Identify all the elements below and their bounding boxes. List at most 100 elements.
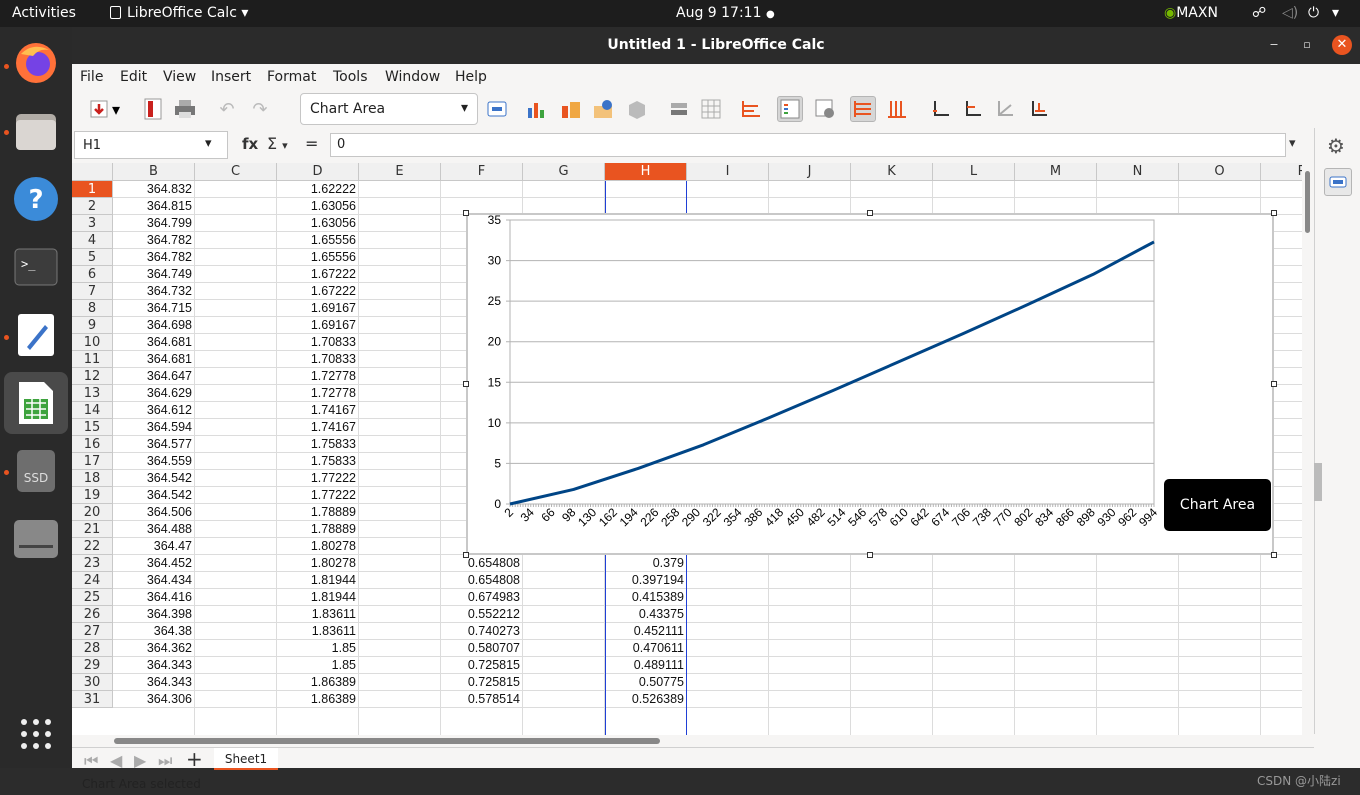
cell-f29[interactable]: 0.725815: [441, 657, 523, 674]
cell-h29[interactable]: 0.489111: [605, 657, 687, 674]
cell-b25[interactable]: 364.416: [113, 589, 195, 606]
help-icon[interactable]: ?: [12, 175, 60, 223]
row-header-4[interactable]: 4: [72, 232, 113, 249]
menu-tools[interactable]: Tools: [333, 69, 368, 85]
sidebar-collapse-handle[interactable]: [1314, 463, 1322, 501]
cell-b31[interactable]: 364.306: [113, 691, 195, 708]
column-header-f[interactable]: F: [441, 163, 523, 181]
column-header-h[interactable]: H: [605, 163, 687, 181]
volume-icon[interactable]: ◁): [1282, 5, 1298, 21]
vertical-grids-icon[interactable]: [884, 96, 910, 122]
column-header-d[interactable]: D: [277, 163, 359, 181]
row-header-19[interactable]: 19: [72, 487, 113, 504]
column-header-p[interactable]: P: [1261, 163, 1302, 181]
row-header-9[interactable]: 9: [72, 317, 113, 334]
line-chart[interactable]: 051015202530352 34 66 981301621942262582903…: [468, 213, 1272, 553]
cell-d19[interactable]: 1.77222: [277, 487, 359, 504]
grid-table-icon[interactable]: [698, 96, 724, 122]
column-header-i[interactable]: I: [687, 163, 769, 181]
firefox-icon[interactable]: [12, 39, 60, 87]
save-icon[interactable]: [86, 96, 112, 122]
cell-h26[interactable]: 0.43375: [605, 606, 687, 623]
vertical-scroll-thumb[interactable]: [1305, 171, 1310, 233]
network-icon[interactable]: ☍: [1252, 5, 1266, 21]
cell-d20[interactable]: 1.78889: [277, 504, 359, 521]
data-table-icon[interactable]: [558, 96, 584, 122]
column-header-j[interactable]: J: [769, 163, 851, 181]
terminal-icon[interactable]: >_: [12, 243, 60, 291]
close-icon[interactable]: ✕: [1332, 35, 1352, 55]
cell-b13[interactable]: 364.629: [113, 385, 195, 402]
minimize-icon[interactable]: ‒: [1264, 35, 1284, 55]
cell-f28[interactable]: 0.580707: [441, 640, 523, 657]
row-header-31[interactable]: 31: [72, 691, 113, 708]
row-header-27[interactable]: 27: [72, 623, 113, 640]
resize-handle[interactable]: [463, 552, 469, 558]
select-all-corner[interactable]: [72, 163, 113, 181]
cell-b3[interactable]: 364.799: [113, 215, 195, 232]
resize-handle[interactable]: [867, 210, 873, 216]
format-selection-icon[interactable]: [484, 96, 510, 122]
resize-handle[interactable]: [463, 210, 469, 216]
add-sheet-icon[interactable]: +: [186, 747, 203, 771]
column-header-k[interactable]: K: [851, 163, 933, 181]
cell-f25[interactable]: 0.674983: [441, 589, 523, 606]
cell-d26[interactable]: 1.83611: [277, 606, 359, 623]
row-header-25[interactable]: 25: [72, 589, 113, 606]
column-header-b[interactable]: B: [113, 163, 195, 181]
row-header-29[interactable]: 29: [72, 657, 113, 674]
row-header-26[interactable]: 26: [72, 606, 113, 623]
cell-b14[interactable]: 364.612: [113, 402, 195, 419]
cell-d5[interactable]: 1.65556: [277, 249, 359, 266]
row-header-7[interactable]: 7: [72, 283, 113, 300]
column-header-l[interactable]: L: [933, 163, 1015, 181]
power-icon[interactable]: ⏻: [1308, 5, 1319, 21]
column-header-o[interactable]: O: [1179, 163, 1261, 181]
menu-help[interactable]: Help: [455, 69, 487, 85]
cell-f30[interactable]: 0.725815: [441, 674, 523, 691]
show-apps-grid-icon[interactable]: [12, 710, 60, 758]
cell-d2[interactable]: 1.63056: [277, 198, 359, 215]
row-header-17[interactable]: 17: [72, 453, 113, 470]
cell-b17[interactable]: 364.559: [113, 453, 195, 470]
maximize-icon[interactable]: ▫: [1297, 35, 1317, 55]
cell-d31[interactable]: 1.86389: [277, 691, 359, 708]
cell-d29[interactable]: 1.85: [277, 657, 359, 674]
cell-b11[interactable]: 364.681: [113, 351, 195, 368]
cell-d10[interactable]: 1.70833: [277, 334, 359, 351]
sheet-tab-sheet1[interactable]: Sheet1: [214, 748, 278, 770]
cell-b18[interactable]: 364.542: [113, 470, 195, 487]
cell-b10[interactable]: 364.681: [113, 334, 195, 351]
cell-d30[interactable]: 1.86389: [277, 674, 359, 691]
cell-b26[interactable]: 364.398: [113, 606, 195, 623]
menu-file[interactable]: File: [80, 69, 103, 85]
clock[interactable]: Aug 9 17:11 ●: [676, 5, 775, 21]
cell-b2[interactable]: 364.815: [113, 198, 195, 215]
cell-b12[interactable]: 364.647: [113, 368, 195, 385]
row-header-15[interactable]: 15: [72, 419, 113, 436]
last-sheet-icon[interactable]: ⏭: [158, 751, 172, 771]
cell-d14[interactable]: 1.74167: [277, 402, 359, 419]
row-header-1[interactable]: 1: [72, 181, 113, 198]
column-header-e[interactable]: E: [359, 163, 441, 181]
row-header-30[interactable]: 30: [72, 674, 113, 691]
cell-f27[interactable]: 0.740273: [441, 623, 523, 640]
y-axis-icon[interactable]: [960, 96, 986, 122]
resize-handle[interactable]: [1271, 552, 1277, 558]
row-header-22[interactable]: 22: [72, 538, 113, 555]
row-header-3[interactable]: 3: [72, 215, 113, 232]
chart-object[interactable]: 0 5 10 15 20 25 30 35 2 34 66 98 130 162 194 226 258 290 3…: [463, 210, 1277, 558]
properties-deck-icon[interactable]: [1324, 168, 1352, 196]
cell-d16[interactable]: 1.75833: [277, 436, 359, 453]
cell-f23[interactable]: 0.654808: [441, 555, 523, 572]
row-header-6[interactable]: 6: [72, 266, 113, 283]
cell-b1[interactable]: 364.832: [113, 181, 195, 198]
horizontal-scrollbar[interactable]: [72, 735, 1302, 747]
cell-h31[interactable]: 0.526389: [605, 691, 687, 708]
resize-handle[interactable]: [1271, 210, 1277, 216]
column-header-m[interactable]: M: [1015, 163, 1097, 181]
cell-h30[interactable]: 0.50775: [605, 674, 687, 691]
system-menu-chevron-icon[interactable]: ▾: [1332, 5, 1339, 21]
cell-b19[interactable]: 364.542: [113, 487, 195, 504]
cell-h23[interactable]: 0.379: [605, 555, 687, 572]
